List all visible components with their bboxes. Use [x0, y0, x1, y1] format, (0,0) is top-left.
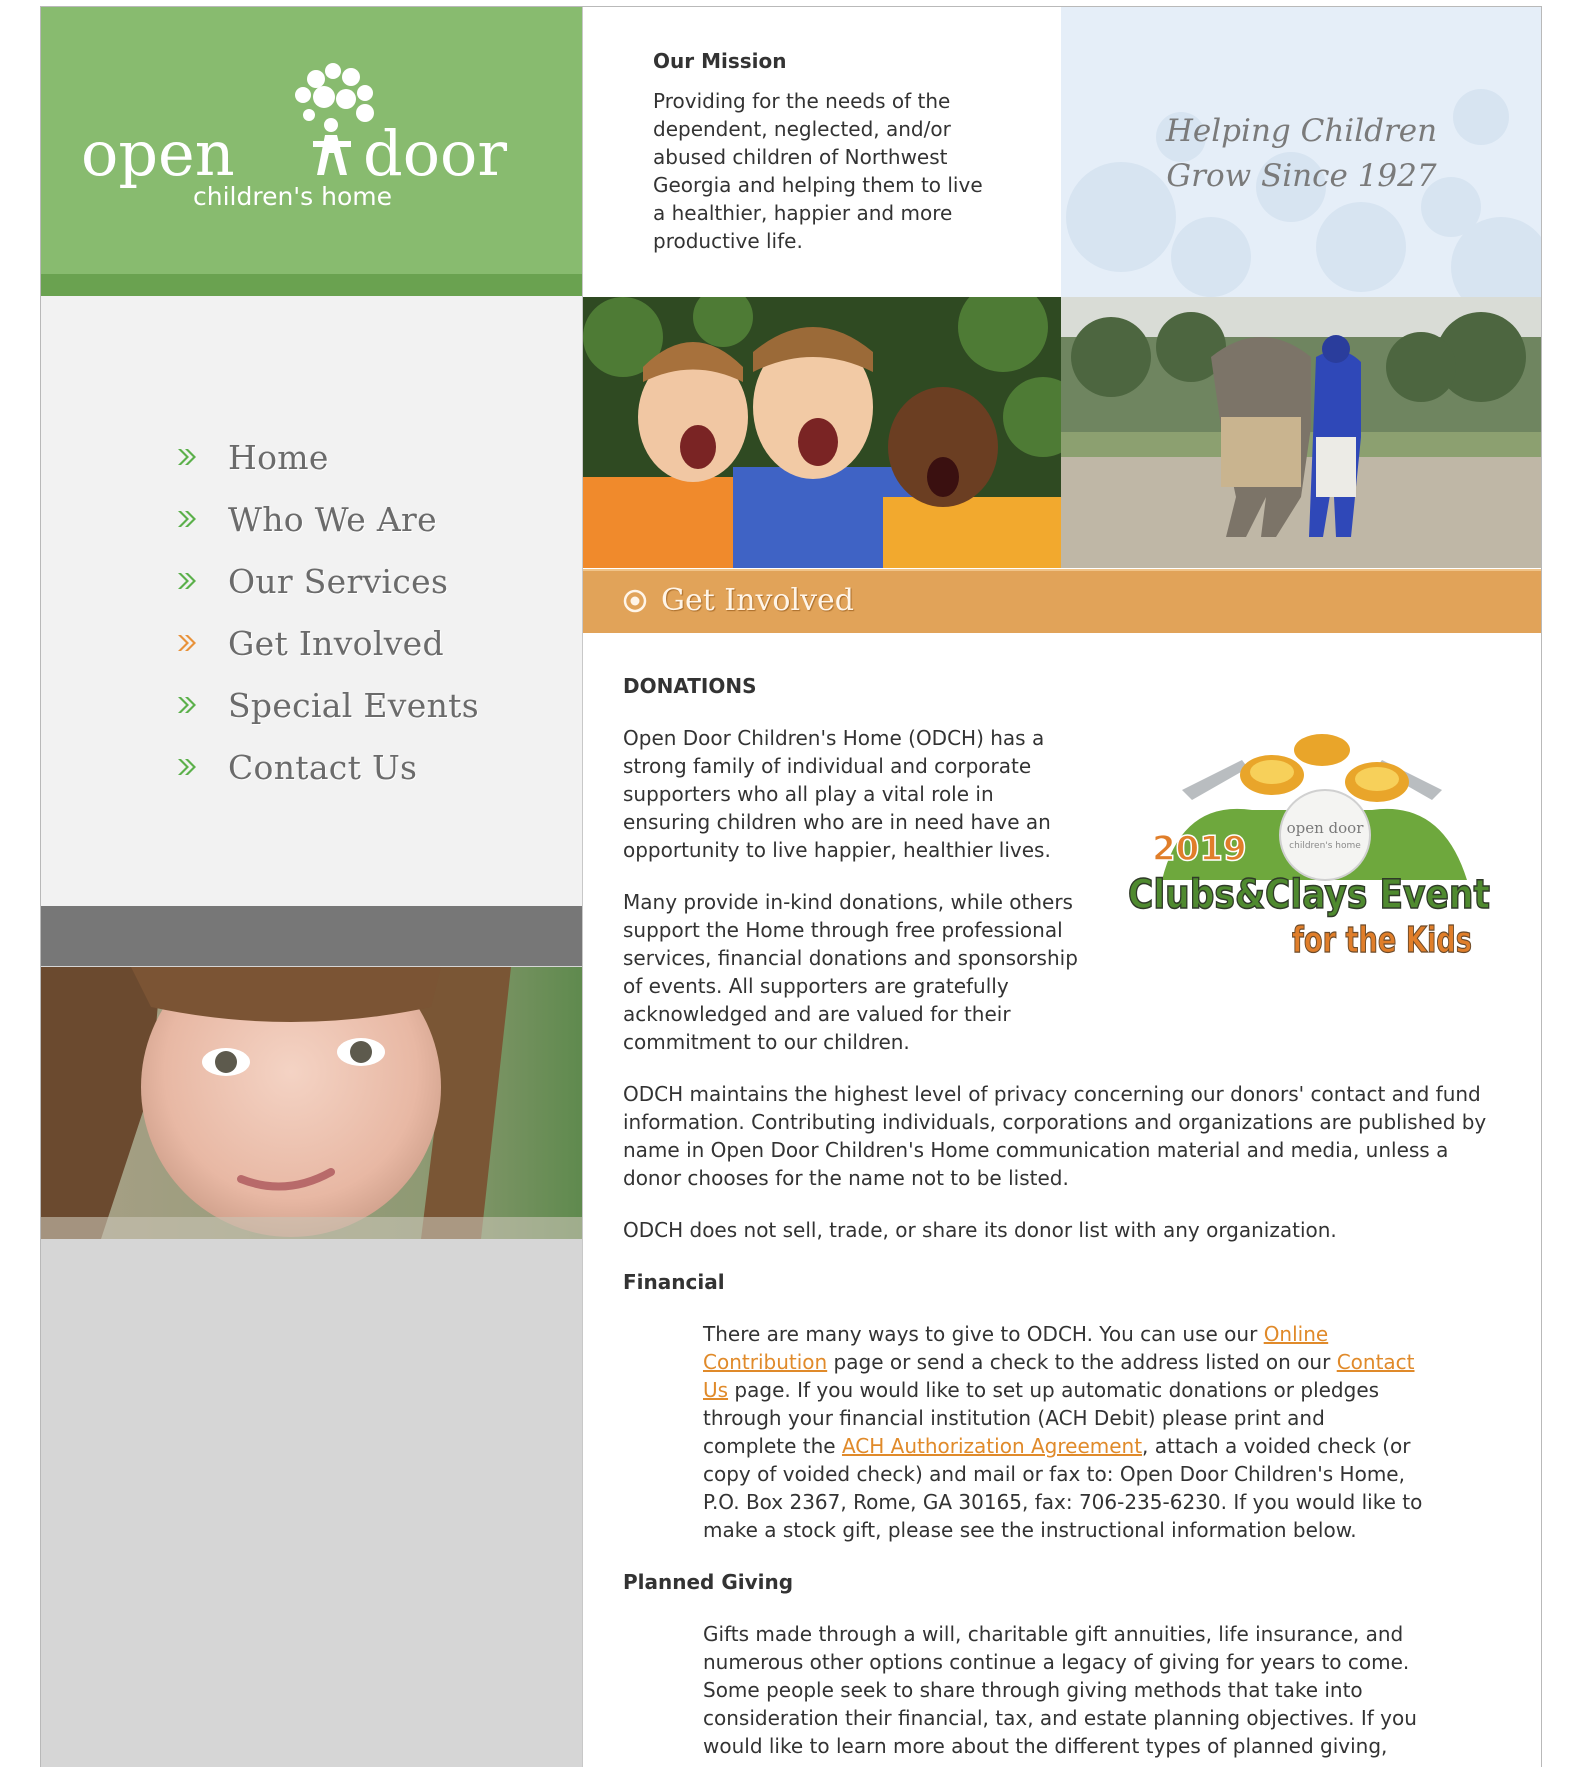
- nav-item-get-involved[interactable]: Get Involved: [176, 612, 479, 674]
- double-chevron-icon: [178, 697, 196, 713]
- nav-label: Our Services: [228, 561, 449, 601]
- double-chevron-icon: [178, 573, 196, 589]
- nav-item-special-events[interactable]: Special Events: [176, 674, 479, 736]
- section-header: Get Involved: [583, 569, 1541, 633]
- svg-text:2019: 2019: [1152, 829, 1247, 869]
- svg-text:children's home: children's home: [1289, 841, 1361, 851]
- svg-text:children's home: children's home: [193, 182, 392, 211]
- baseball-photo: [1061, 297, 1541, 568]
- mission-block: Our Mission Providing for the needs of t…: [653, 49, 993, 255]
- svg-text:for the Kids: for the Kids: [1292, 920, 1472, 961]
- gray-divider-bar: [41, 906, 582, 966]
- logo-strip: [41, 274, 582, 296]
- donations-heading: DONATIONS: [623, 674, 757, 698]
- tagline-text: Helping Children Grow Since 1927: [1165, 113, 1438, 194]
- donations-paragraph-3: ODCH maintains the highest level of priv…: [623, 1082, 1487, 1190]
- girl-photo-image: [41, 967, 582, 1239]
- clubs-and-clays-event-logo[interactable]: open door children's home 2019 Clubs&Cla…: [1122, 730, 1502, 970]
- nav-label: Contact Us: [228, 747, 418, 787]
- planned-giving-heading: Planned Giving: [623, 1570, 794, 1594]
- nav-item-who-we-are[interactable]: Who We Are: [176, 488, 479, 550]
- double-chevron-icon: [178, 635, 196, 651]
- photo-row: [583, 297, 1541, 568]
- nav-label: Get Involved: [228, 623, 444, 663]
- main-nav: Home Who We Are Our Services Get Involve…: [41, 296, 582, 906]
- donations-paragraph-1: Open Door Children's Home (ODCH) has a s…: [623, 726, 1051, 862]
- planned-giving-paragraph: Gifts made through a will, charitable gi…: [703, 1622, 1417, 1758]
- tagline-banner: Helping Children Grow Since 1927: [1061, 7, 1541, 297]
- kids-photo: [583, 297, 1061, 568]
- nav-label: Who We Are: [228, 499, 437, 539]
- donations-paragraph-2: Many provide in-kind donations, while ot…: [623, 890, 1078, 1054]
- svg-text:Clubs&Clays Event: Clubs&Clays Event: [1128, 872, 1490, 918]
- financial-heading: Financial: [623, 1270, 725, 1294]
- svg-text:door: door: [363, 117, 507, 190]
- left-column: open door children's home Home Who We Ar…: [41, 7, 582, 1767]
- target-circle-icon: [623, 589, 647, 613]
- section-title: Get Involved: [661, 583, 854, 618]
- mission-text: Providing for the needs of the dependent…: [653, 89, 983, 253]
- ach-authorization-link[interactable]: ACH Authorization Agreement: [842, 1434, 1142, 1458]
- mission-title: Our Mission: [653, 49, 787, 73]
- nav-label: Special Events: [228, 685, 479, 725]
- donations-paragraph-4: ODCH does not sell, trade, or share its …: [623, 1218, 1337, 1242]
- financial-paragraph: There are many ways to give to ODCH. You…: [703, 1322, 1423, 1542]
- double-chevron-icon: [178, 759, 196, 775]
- nav-label: Home: [228, 437, 329, 477]
- nav-item-home[interactable]: Home: [176, 426, 479, 488]
- svg-text:open: open: [81, 117, 235, 190]
- double-chevron-icon: [178, 511, 196, 527]
- open-door-logo-icon: open door children's home: [81, 63, 507, 211]
- nav-item-contact-us[interactable]: Contact Us: [176, 736, 479, 798]
- nav-item-our-services[interactable]: Our Services: [176, 550, 479, 612]
- double-chevron-icon: [178, 449, 196, 465]
- girl-photo: [41, 967, 582, 1239]
- svg-text:open door: open door: [1287, 819, 1365, 837]
- logo[interactable]: open door children's home: [41, 7, 582, 274]
